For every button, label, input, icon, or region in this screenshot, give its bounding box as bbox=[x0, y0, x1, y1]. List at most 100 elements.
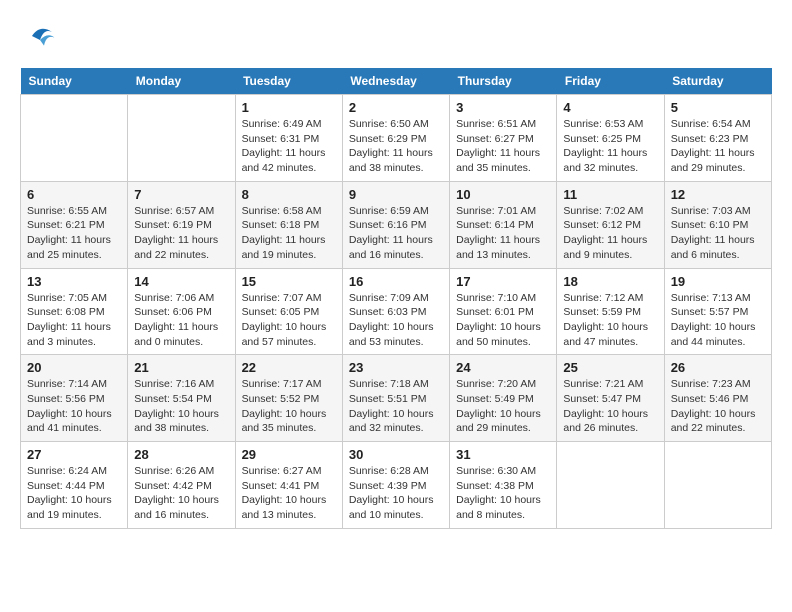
day-number: 20 bbox=[27, 360, 121, 375]
calendar-cell bbox=[21, 95, 128, 182]
calendar-cell: 25Sunrise: 7:21 AM Sunset: 5:47 PM Dayli… bbox=[557, 355, 664, 442]
header-row: SundayMondayTuesdayWednesdayThursdayFrid… bbox=[21, 68, 772, 95]
day-number: 8 bbox=[242, 187, 336, 202]
day-number: 26 bbox=[671, 360, 765, 375]
calendar-cell bbox=[128, 95, 235, 182]
header-cell-sunday: Sunday bbox=[21, 68, 128, 95]
cell-content: Sunrise: 6:57 AM Sunset: 6:19 PM Dayligh… bbox=[134, 204, 228, 263]
cell-content: Sunrise: 7:09 AM Sunset: 6:03 PM Dayligh… bbox=[349, 291, 443, 350]
cell-content: Sunrise: 7:02 AM Sunset: 6:12 PM Dayligh… bbox=[563, 204, 657, 263]
cell-content: Sunrise: 6:30 AM Sunset: 4:38 PM Dayligh… bbox=[456, 464, 550, 523]
day-number: 11 bbox=[563, 187, 657, 202]
calendar-table: SundayMondayTuesdayWednesdayThursdayFrid… bbox=[20, 68, 772, 529]
cell-content: Sunrise: 6:53 AM Sunset: 6:25 PM Dayligh… bbox=[563, 117, 657, 176]
logo-icon bbox=[24, 20, 56, 52]
calendar-cell: 10Sunrise: 7:01 AM Sunset: 6:14 PM Dayli… bbox=[450, 181, 557, 268]
day-number: 14 bbox=[134, 274, 228, 289]
day-number: 22 bbox=[242, 360, 336, 375]
cell-content: Sunrise: 6:26 AM Sunset: 4:42 PM Dayligh… bbox=[134, 464, 228, 523]
day-number: 30 bbox=[349, 447, 443, 462]
cell-content: Sunrise: 6:58 AM Sunset: 6:18 PM Dayligh… bbox=[242, 204, 336, 263]
day-number: 12 bbox=[671, 187, 765, 202]
day-number: 23 bbox=[349, 360, 443, 375]
cell-content: Sunrise: 7:03 AM Sunset: 6:10 PM Dayligh… bbox=[671, 204, 765, 263]
calendar-cell: 16 Sunrise: 7:09 AM Sunset: 6:03 PM Dayli… bbox=[342, 268, 449, 355]
day-number: 1 bbox=[242, 100, 336, 115]
day-number: 4 bbox=[563, 100, 657, 115]
day-number: 18 bbox=[563, 274, 657, 289]
day-number: 27 bbox=[27, 447, 121, 462]
header-cell-friday: Friday bbox=[557, 68, 664, 95]
day-number: 9 bbox=[349, 187, 443, 202]
header-cell-monday: Monday bbox=[128, 68, 235, 95]
day-number: 19 bbox=[671, 274, 765, 289]
calendar-cell: 26Sunrise: 7:23 AM Sunset: 5:46 PM Dayli… bbox=[664, 355, 771, 442]
cell-content: Sunrise: 7:18 AM Sunset: 5:51 PM Dayligh… bbox=[349, 377, 443, 436]
calendar-cell: 20 Sunrise: 7:14 AM Sunset: 5:56 PM Dayli… bbox=[21, 355, 128, 442]
cell-content: Sunrise: 6:28 AM Sunset: 4:39 PM Dayligh… bbox=[349, 464, 443, 523]
week-row-3: 13 Sunrise: 7:05 AM Sunset: 6:08 PM Dayli… bbox=[21, 268, 772, 355]
calendar-cell bbox=[557, 442, 664, 529]
logo bbox=[20, 20, 56, 52]
week-row-2: 6 Sunrise: 6:55 AM Sunset: 6:21 PM Daylig… bbox=[21, 181, 772, 268]
cell-content: Sunrise: 6:49 AM Sunset: 6:31 PM Dayligh… bbox=[242, 117, 336, 176]
day-number: 5 bbox=[671, 100, 765, 115]
day-number: 24 bbox=[456, 360, 550, 375]
calendar-cell: 31Sunrise: 6:30 AM Sunset: 4:38 PM Dayli… bbox=[450, 442, 557, 529]
header-cell-thursday: Thursday bbox=[450, 68, 557, 95]
cell-content: Sunrise: 7:10 AM Sunset: 6:01 PM Dayligh… bbox=[456, 291, 550, 350]
calendar-cell: 24 Sunrise: 7:20 AM Sunset: 5:49 PM Dayli… bbox=[450, 355, 557, 442]
calendar-cell: 29Sunrise: 6:27 AM Sunset: 4:41 PM Dayli… bbox=[235, 442, 342, 529]
calendar-cell: 13 Sunrise: 7:05 AM Sunset: 6:08 PM Dayli… bbox=[21, 268, 128, 355]
header-cell-saturday: Saturday bbox=[664, 68, 771, 95]
calendar-cell: 12 Sunrise: 7:03 AM Sunset: 6:10 PM Dayli… bbox=[664, 181, 771, 268]
day-number: 21 bbox=[134, 360, 228, 375]
cell-content: Sunrise: 7:17 AM Sunset: 5:52 PM Dayligh… bbox=[242, 377, 336, 436]
calendar-cell: 11 Sunrise: 7:02 AM Sunset: 6:12 PM Dayli… bbox=[557, 181, 664, 268]
week-row-5: 27 Sunrise: 6:24 AM Sunset: 4:44 PM Dayli… bbox=[21, 442, 772, 529]
day-number: 17 bbox=[456, 274, 550, 289]
day-number: 13 bbox=[27, 274, 121, 289]
calendar-cell: 17 Sunrise: 7:10 AM Sunset: 6:01 PM Dayli… bbox=[450, 268, 557, 355]
week-row-4: 20 Sunrise: 7:14 AM Sunset: 5:56 PM Dayli… bbox=[21, 355, 772, 442]
cell-content: Sunrise: 6:59 AM Sunset: 6:16 PM Dayligh… bbox=[349, 204, 443, 263]
cell-content: Sunrise: 7:14 AM Sunset: 5:56 PM Dayligh… bbox=[27, 377, 121, 436]
calendar-cell: 7 Sunrise: 6:57 AM Sunset: 6:19 PM Daylig… bbox=[128, 181, 235, 268]
day-number: 3 bbox=[456, 100, 550, 115]
page-header bbox=[20, 20, 772, 52]
cell-content: Sunrise: 7:06 AM Sunset: 6:06 PM Dayligh… bbox=[134, 291, 228, 350]
cell-content: Sunrise: 7:13 AM Sunset: 5:57 PM Dayligh… bbox=[671, 291, 765, 350]
calendar-cell: 2Sunrise: 6:50 AM Sunset: 6:29 PM Daylig… bbox=[342, 95, 449, 182]
cell-content: Sunrise: 6:51 AM Sunset: 6:27 PM Dayligh… bbox=[456, 117, 550, 176]
day-number: 15 bbox=[242, 274, 336, 289]
cell-content: Sunrise: 6:55 AM Sunset: 6:21 PM Dayligh… bbox=[27, 204, 121, 263]
calendar-cell: 23 Sunrise: 7:18 AM Sunset: 5:51 PM Dayli… bbox=[342, 355, 449, 442]
day-number: 16 bbox=[349, 274, 443, 289]
cell-content: Sunrise: 7:20 AM Sunset: 5:49 PM Dayligh… bbox=[456, 377, 550, 436]
calendar-cell: 21 Sunrise: 7:16 AM Sunset: 5:54 PM Dayli… bbox=[128, 355, 235, 442]
day-number: 28 bbox=[134, 447, 228, 462]
calendar-cell: 3 Sunrise: 6:51 AM Sunset: 6:27 PM Daylig… bbox=[450, 95, 557, 182]
day-number: 29 bbox=[242, 447, 336, 462]
header-cell-tuesday: Tuesday bbox=[235, 68, 342, 95]
cell-content: Sunrise: 7:05 AM Sunset: 6:08 PM Dayligh… bbox=[27, 291, 121, 350]
calendar-cell: 27 Sunrise: 6:24 AM Sunset: 4:44 PM Dayli… bbox=[21, 442, 128, 529]
week-row-1: 1 Sunrise: 6:49 AM Sunset: 6:31 PM Daylig… bbox=[21, 95, 772, 182]
day-number: 7 bbox=[134, 187, 228, 202]
calendar-cell: 22 Sunrise: 7:17 AM Sunset: 5:52 PM Dayli… bbox=[235, 355, 342, 442]
calendar-cell: 9 Sunrise: 6:59 AM Sunset: 6:16 PM Daylig… bbox=[342, 181, 449, 268]
cell-content: Sunrise: 7:16 AM Sunset: 5:54 PM Dayligh… bbox=[134, 377, 228, 436]
day-number: 6 bbox=[27, 187, 121, 202]
calendar-cell: 28 Sunrise: 6:26 AM Sunset: 4:42 PM Dayli… bbox=[128, 442, 235, 529]
header-cell-wednesday: Wednesday bbox=[342, 68, 449, 95]
calendar-cell: 4 Sunrise: 6:53 AM Sunset: 6:25 PM Daylig… bbox=[557, 95, 664, 182]
calendar-cell: 19 Sunrise: 7:13 AM Sunset: 5:57 PM Dayli… bbox=[664, 268, 771, 355]
calendar-cell: 18 Sunrise: 7:12 AM Sunset: 5:59 PM Dayli… bbox=[557, 268, 664, 355]
day-number: 2 bbox=[349, 100, 443, 115]
cell-content: Sunrise: 6:24 AM Sunset: 4:44 PM Dayligh… bbox=[27, 464, 121, 523]
cell-content: Sunrise: 7:12 AM Sunset: 5:59 PM Dayligh… bbox=[563, 291, 657, 350]
day-number: 10 bbox=[456, 187, 550, 202]
calendar-cell: 1 Sunrise: 6:49 AM Sunset: 6:31 PM Daylig… bbox=[235, 95, 342, 182]
calendar-cell: 6 Sunrise: 6:55 AM Sunset: 6:21 PM Daylig… bbox=[21, 181, 128, 268]
calendar-cell: 5Sunrise: 6:54 AM Sunset: 6:23 PM Daylig… bbox=[664, 95, 771, 182]
